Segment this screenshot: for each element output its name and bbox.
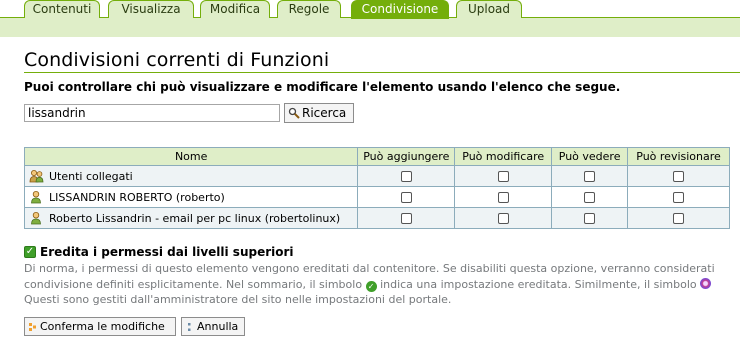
check-cell — [551, 207, 629, 229]
help-text-part2: indica una impostazione ereditata. Simil… — [380, 277, 697, 291]
can-view-checkbox[interactable] — [584, 213, 596, 224]
search-button-label: Ricerca — [302, 106, 347, 120]
principal-name: Roberto Lissandrin - email per pc linux … — [49, 211, 341, 225]
name-cell: Roberto Lissandrin - email per pc linux … — [23, 207, 359, 229]
check-cell — [454, 207, 553, 229]
check-cell — [454, 186, 553, 208]
table-row: Roberto Lissandrin - email per pc linux … — [23, 207, 730, 229]
inherit-checkbox[interactable]: ✓ — [24, 246, 36, 258]
principal-name: Utenti collegati — [49, 169, 133, 183]
column-header-can-view: Può vedere — [551, 147, 629, 166]
can-add-checkbox[interactable] — [400, 171, 412, 182]
sharing-table: Nome Può aggiungere Può modificare Può v… — [23, 147, 730, 229]
check-cell — [627, 207, 730, 229]
can-edit-checkbox[interactable] — [497, 171, 509, 182]
tab-visualizza[interactable]: Visualizza — [108, 0, 194, 18]
check-cell — [357, 165, 456, 187]
principal-name: LISSANDRIN ROBERTO (roberto) — [49, 190, 225, 204]
tab-modifica[interactable]: Modifica — [200, 0, 270, 18]
tab-upload[interactable]: Upload — [456, 0, 522, 18]
can-add-checkbox[interactable] — [400, 213, 412, 224]
cancel-button[interactable]: Annulla — [181, 317, 245, 336]
group-icon — [29, 169, 44, 183]
cancel-icon — [186, 322, 194, 332]
name-cell: Utenti collegati — [23, 165, 359, 187]
column-header-can-add: Può aggiungere — [357, 147, 456, 166]
search-button[interactable]: Ricerca — [284, 103, 354, 123]
can-view-checkbox[interactable] — [584, 171, 596, 182]
name-cell: LISSANDRIN ROBERTO (roberto) — [23, 186, 359, 208]
save-button-label: Conferma le modifiche — [40, 320, 165, 333]
tab-condivisione[interactable]: Condivisione — [351, 0, 449, 19]
magnifier-icon — [288, 107, 300, 119]
check-cell — [551, 186, 629, 208]
check-cell — [627, 165, 730, 187]
check-cell — [357, 186, 456, 208]
can-view-checkbox[interactable] — [584, 192, 596, 203]
column-header-name: Nome — [23, 147, 359, 166]
column-header-can-edit: Può modificare — [454, 147, 553, 166]
global-role-icon — [700, 277, 712, 289]
user-icon — [29, 190, 43, 204]
inherited-check-icon: ✓ — [365, 280, 377, 292]
user-icon — [29, 211, 43, 225]
column-header-can-review: Può revisionare — [627, 147, 730, 166]
title-divider — [24, 72, 740, 73]
can-review-checkbox[interactable] — [673, 171, 685, 182]
inherit-permissions: ✓ Eredita i permessi dai livelli superio… — [24, 245, 294, 259]
save-button[interactable]: Conferma le modifiche — [24, 317, 176, 336]
search-input[interactable] — [24, 104, 280, 122]
can-edit-checkbox[interactable] — [497, 192, 509, 203]
tab-bar-background — [0, 17, 740, 37]
check-cell — [357, 207, 456, 229]
table-row: Utenti collegati — [23, 165, 730, 187]
table-header-row: Nome Può aggiungere Può modificare Può v… — [23, 147, 730, 166]
table-row: LISSANDRIN ROBERTO (roberto) — [23, 186, 730, 208]
help-text-part3: Questi sono gestiti dall'amministratore … — [24, 293, 452, 306]
page-description: Puoi controllare chi può visualizzare e … — [24, 80, 621, 94]
check-cell — [627, 186, 730, 208]
tab-contenuti[interactable]: Contenuti — [24, 0, 100, 18]
check-cell — [454, 165, 553, 187]
can-add-checkbox[interactable] — [400, 192, 412, 203]
check-cell — [551, 165, 629, 187]
tab-bar: Contenuti Visualizza Modifica Regole Con… — [0, 0, 740, 37]
inherit-label: Eredita i permessi dai livelli superiori — [40, 245, 294, 259]
page-title: Condivisioni correnti di Funzioni — [24, 49, 330, 71]
can-review-checkbox[interactable] — [673, 213, 685, 224]
save-icon — [29, 322, 37, 332]
tab-regole[interactable]: Regole — [277, 0, 341, 18]
inherit-help-text: Di norma, i permessi di questo elemento … — [24, 261, 740, 308]
cancel-button-label: Annulla — [197, 320, 239, 333]
can-edit-checkbox[interactable] — [497, 213, 509, 224]
can-review-checkbox[interactable] — [673, 192, 685, 203]
